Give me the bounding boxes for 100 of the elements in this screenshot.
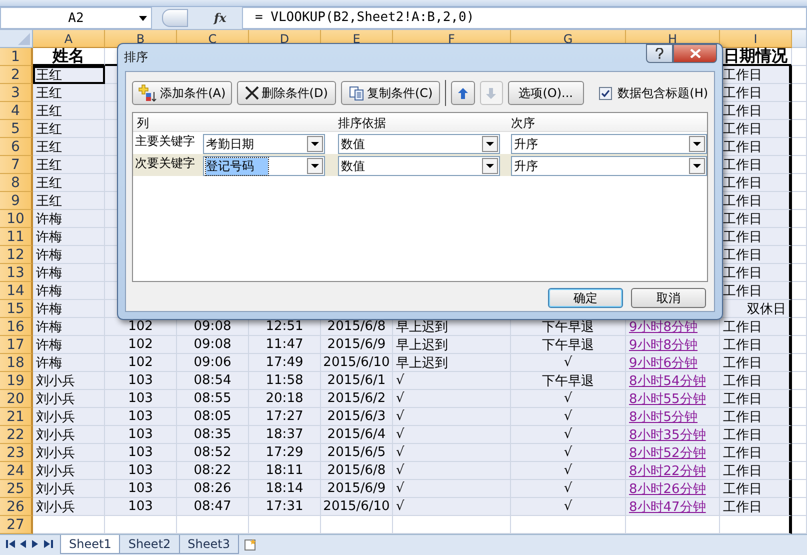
insert-function-button[interactable]: fx [214,11,226,25]
duration-link[interactable]: 8小时35分钟 [626,426,720,444]
column-header[interactable]: A [33,30,105,48]
row-header[interactable]: 4 [0,102,33,120]
table-cell: 许梅 [33,354,105,372]
row-header[interactable]: 9 [0,192,33,210]
duration-link[interactable]: 8小时22分钟 [626,462,720,480]
order-dropdown[interactable]: 升序 [511,156,707,176]
cancel-button[interactable]: 取消 [631,288,706,308]
triangle-icon [18,33,30,45]
table-cell: 103 [105,462,177,480]
help-button[interactable] [646,44,673,63]
ok-button[interactable]: 确定 [548,288,623,308]
name-box[interactable]: A2 [0,7,152,29]
duration-link[interactable]: 8小时26分钟 [626,480,720,498]
duration-link[interactable]: 9小时6分钟 [626,354,720,372]
table-cell [792,408,807,426]
last-sheet-icon[interactable] [44,540,53,548]
table-cell: 刘小兵 [33,444,105,462]
add-level-button[interactable]: 添加条件(A) [132,81,232,105]
row-header[interactable]: 20 [0,390,33,408]
row-header[interactable]: 21 [0,408,33,426]
column-heading: 次序 [511,115,535,132]
column-dropdown[interactable]: 考勤日期 [203,134,325,154]
next-sheet-icon[interactable] [32,540,39,548]
row-header[interactable]: 15 [0,300,33,318]
row-header[interactable]: 25 [0,480,33,498]
row-header[interactable]: 14 [0,282,33,300]
table-cell: 08:22 [177,462,249,480]
table-cell [792,84,807,102]
row-header[interactable]: 18 [0,354,33,372]
table-cell: 工作日 [720,372,792,390]
table-cell: √ [511,390,626,408]
sort-level-row[interactable]: 次要关键字 登记号码 数值 升序 [133,154,707,176]
table-cell: 工作日 [720,246,792,264]
first-sheet-icon[interactable] [6,540,15,548]
row-header[interactable]: 11 [0,228,33,246]
row-header[interactable]: 17 [0,336,33,354]
row-header[interactable]: 24 [0,462,33,480]
duration-link[interactable]: 8小时5分钟 [626,408,720,426]
formula-field[interactable]: = VLOOKUP(B2,Sheet2!A:B,2,0) [242,7,807,29]
table-cell: 刘小兵 [33,480,105,498]
row-header[interactable]: 8 [0,174,33,192]
table-cell: 工作日 [720,462,792,480]
sheet-tab[interactable]: Sheet3 [178,535,239,554]
previous-sheet-icon[interactable] [20,540,27,548]
table-cell: 许梅 [33,336,105,354]
expand-handle[interactable] [162,9,188,27]
up-arrow-icon [458,88,468,98]
copy-level-button[interactable]: 复制条件(C) [341,81,440,105]
options-button[interactable]: 选项(O)... [508,81,584,105]
row-header[interactable]: 12 [0,246,33,264]
table-cell: 刘小兵 [33,372,105,390]
row-header[interactable]: 7 [0,156,33,174]
row-header[interactable]: 27 [0,516,33,534]
row-header[interactable]: 23 [0,444,33,462]
close-button[interactable] [673,44,717,63]
row-header[interactable]: 2 [0,66,33,84]
duration-link[interactable]: 8小时55分钟 [626,390,720,408]
table-cell: 103 [105,426,177,444]
duration-link[interactable]: 8小时54分钟 [626,372,720,390]
column-dropdown[interactable]: 登记号码 [203,156,325,176]
delete-level-button[interactable]: 删除条件(D) [236,81,336,105]
row-header[interactable]: 26 [0,498,33,516]
table-cell [792,228,807,246]
row-header[interactable]: 6 [0,138,33,156]
move-up-button[interactable] [451,81,475,105]
row-header[interactable]: 3 [0,84,33,102]
header-checkbox[interactable]: 数据包含标题(H) [598,84,708,102]
table-cell: 许梅 [33,246,105,264]
row-header[interactable]: 16 [0,318,33,336]
table-cell [792,390,807,408]
row-header[interactable]: 22 [0,426,33,444]
table-cell: 下午早退 [511,372,626,390]
order-dropdown[interactable]: 升序 [511,134,707,154]
table-cell: 许梅 [33,264,105,282]
duration-link[interactable]: 8小时47分钟 [626,498,720,516]
table-cell: √ [393,408,511,426]
table-cell [792,48,807,66]
duration-link[interactable]: 9小时8分钟 [626,336,720,354]
sort-on-dropdown[interactable]: 数值 [338,156,500,176]
table-cell: 早上迟到 [393,354,511,372]
table-cell: 刘小兵 [33,390,105,408]
row-header[interactable]: 5 [0,120,33,138]
row-header[interactable]: 13 [0,264,33,282]
table-cell: 102 [105,336,177,354]
duration-link[interactable]: 8小时52分钟 [626,444,720,462]
row-header[interactable]: 1 [0,48,33,66]
sheet-tab[interactable]: Sheet1 [60,535,120,554]
table-cell [792,102,807,120]
insert-sheet-icon[interactable] [242,538,259,551]
table-cell: √ [511,426,626,444]
row-header[interactable]: 19 [0,372,33,390]
table-cell: 工作日 [720,444,792,462]
sort-level-row[interactable]: 主要关键字 考勤日期 数值 升序 [133,132,707,154]
column-header[interactable]: I [720,30,792,48]
row-header[interactable]: 10 [0,210,33,228]
table-cell [792,174,807,192]
table-cell: 工作日 [720,264,792,282]
sort-on-dropdown[interactable]: 数值 [338,134,500,154]
